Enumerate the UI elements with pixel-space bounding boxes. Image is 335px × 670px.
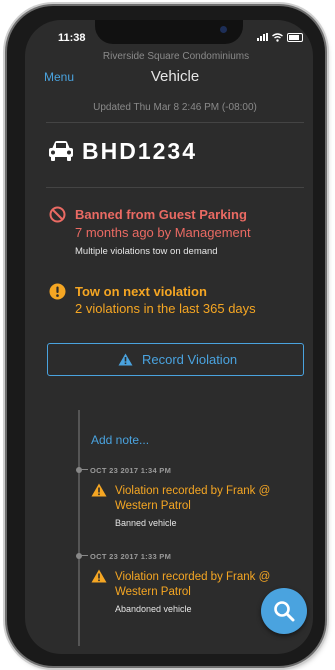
menu-button[interactable]: Menu	[44, 70, 74, 84]
header-divider	[46, 122, 304, 123]
warning-icon	[118, 353, 133, 366]
event-date: OCT 23 2017 1:33 PM	[90, 552, 172, 561]
license-plate: BHD1234	[82, 138, 197, 164]
property-name: Riverside Square Condominiums	[102, 51, 250, 62]
car-icon	[49, 141, 73, 161]
timeline-dot	[76, 467, 82, 473]
exclamation-circle-icon	[49, 283, 66, 300]
camera-dot	[220, 26, 227, 33]
alert-ban-detail: Multiple violations tow on demand	[75, 246, 218, 257]
warning-icon	[91, 569, 107, 583]
timeline-line	[78, 410, 80, 646]
event-title: Violation recorded by Frank @ Western Pa…	[115, 571, 271, 598]
timeline-dot	[76, 553, 82, 559]
plate-divider	[46, 187, 304, 188]
search-icon	[274, 601, 295, 622]
updated-timestamp: Updated Thu Mar 8 2:46 PM (-08:00)	[93, 102, 257, 113]
alert-tow-title: Tow on next violation	[75, 284, 207, 299]
timeline-tick	[80, 555, 88, 556]
ban-icon	[49, 206, 66, 223]
status-time: 11:38	[58, 32, 86, 44]
alert-ban-subtitle: 7 months ago by Management	[75, 225, 251, 240]
battery-icon	[287, 33, 303, 42]
add-note-link[interactable]: Add note...	[91, 433, 149, 447]
event-detail: Abandoned vehicle	[115, 604, 192, 614]
wifi-icon	[272, 33, 283, 42]
alert-ban-title: Banned from Guest Parking	[75, 207, 247, 222]
alert-tow-subtitle: 2 violations in the last 365 days	[75, 301, 256, 316]
record-violation-button[interactable]: Record Violation	[47, 343, 304, 376]
warning-icon	[91, 483, 107, 497]
event-detail: Banned vehicle	[115, 518, 177, 528]
search-button[interactable]	[261, 588, 307, 634]
timeline-tick	[80, 469, 88, 470]
event-title: Violation recorded by Frank @ Western Pa…	[115, 485, 271, 512]
record-violation-label: Record Violation	[142, 352, 238, 367]
event-date: OCT 23 2017 1:34 PM	[90, 466, 172, 475]
